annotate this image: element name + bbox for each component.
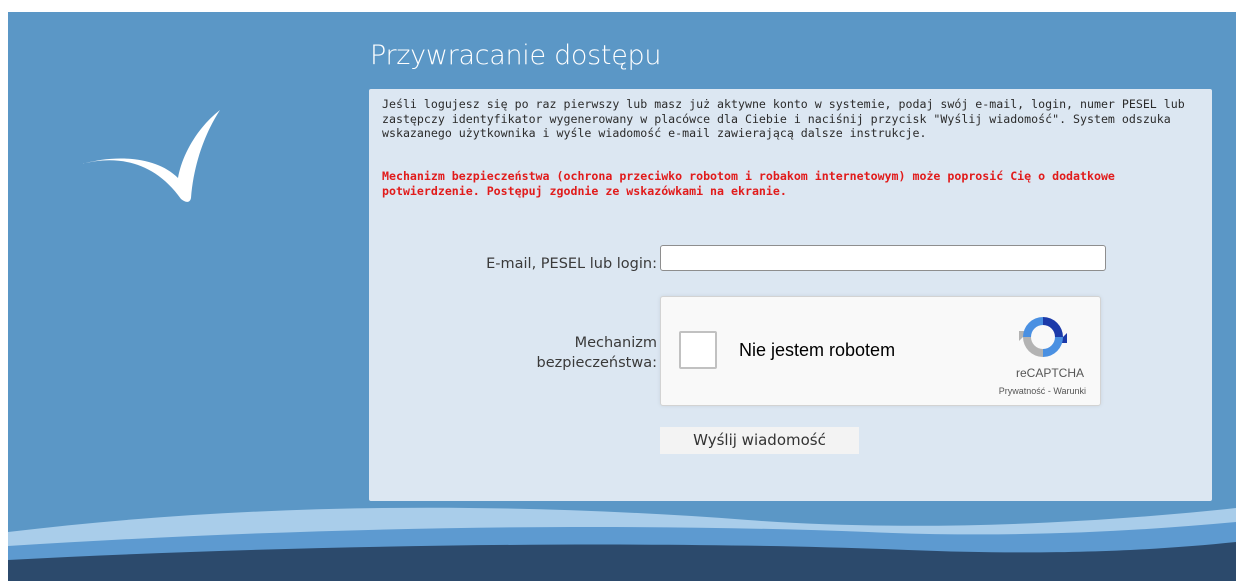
recaptcha-logo-icon [1019, 317, 1067, 357]
email-field-label: E-mail, PESEL lub login: [486, 256, 657, 272]
page-title: Przywracanie dostępu [370, 40, 662, 71]
send-message-button[interactable]: Wyślij wiadomość [660, 427, 859, 454]
recaptcha-checkbox[interactable] [679, 331, 717, 369]
recaptcha-terms-link[interactable]: Warunki [1053, 386, 1086, 396]
security-label-line2: bezpieczeństwa: [536, 355, 657, 371]
footer-waves [8, 507, 1236, 581]
security-label: Mechanizm bezpieczeństwa: [369, 333, 657, 373]
security-warning-text: Mechanizm bezpieczeństwa (ochrona przeci… [382, 169, 1115, 198]
recaptcha-brand: reCAPTCHA [1015, 366, 1084, 380]
recaptcha-links: Prywatność - Warunki [999, 386, 1086, 396]
email-field[interactable] [660, 245, 1106, 271]
recaptcha-privacy-link[interactable]: Prywatność [999, 386, 1046, 396]
page-background: Przywracanie dostępu Jeśli logujesz się … [8, 12, 1236, 581]
intro-text: Jeśli logujesz się po raz pierwszy lub m… [382, 97, 1185, 140]
recovery-form-panel: Jeśli logujesz się po raz pierwszy lub m… [369, 89, 1212, 501]
checkmark-swoosh-icon [82, 110, 220, 202]
security-label-line1: Mechanizm [574, 335, 657, 351]
recaptcha-widget: Nie jestem robotem reCAPTCHA Prywatność … [660, 296, 1101, 406]
recaptcha-checkbox-label: Nie jestem robotem [739, 340, 896, 360]
